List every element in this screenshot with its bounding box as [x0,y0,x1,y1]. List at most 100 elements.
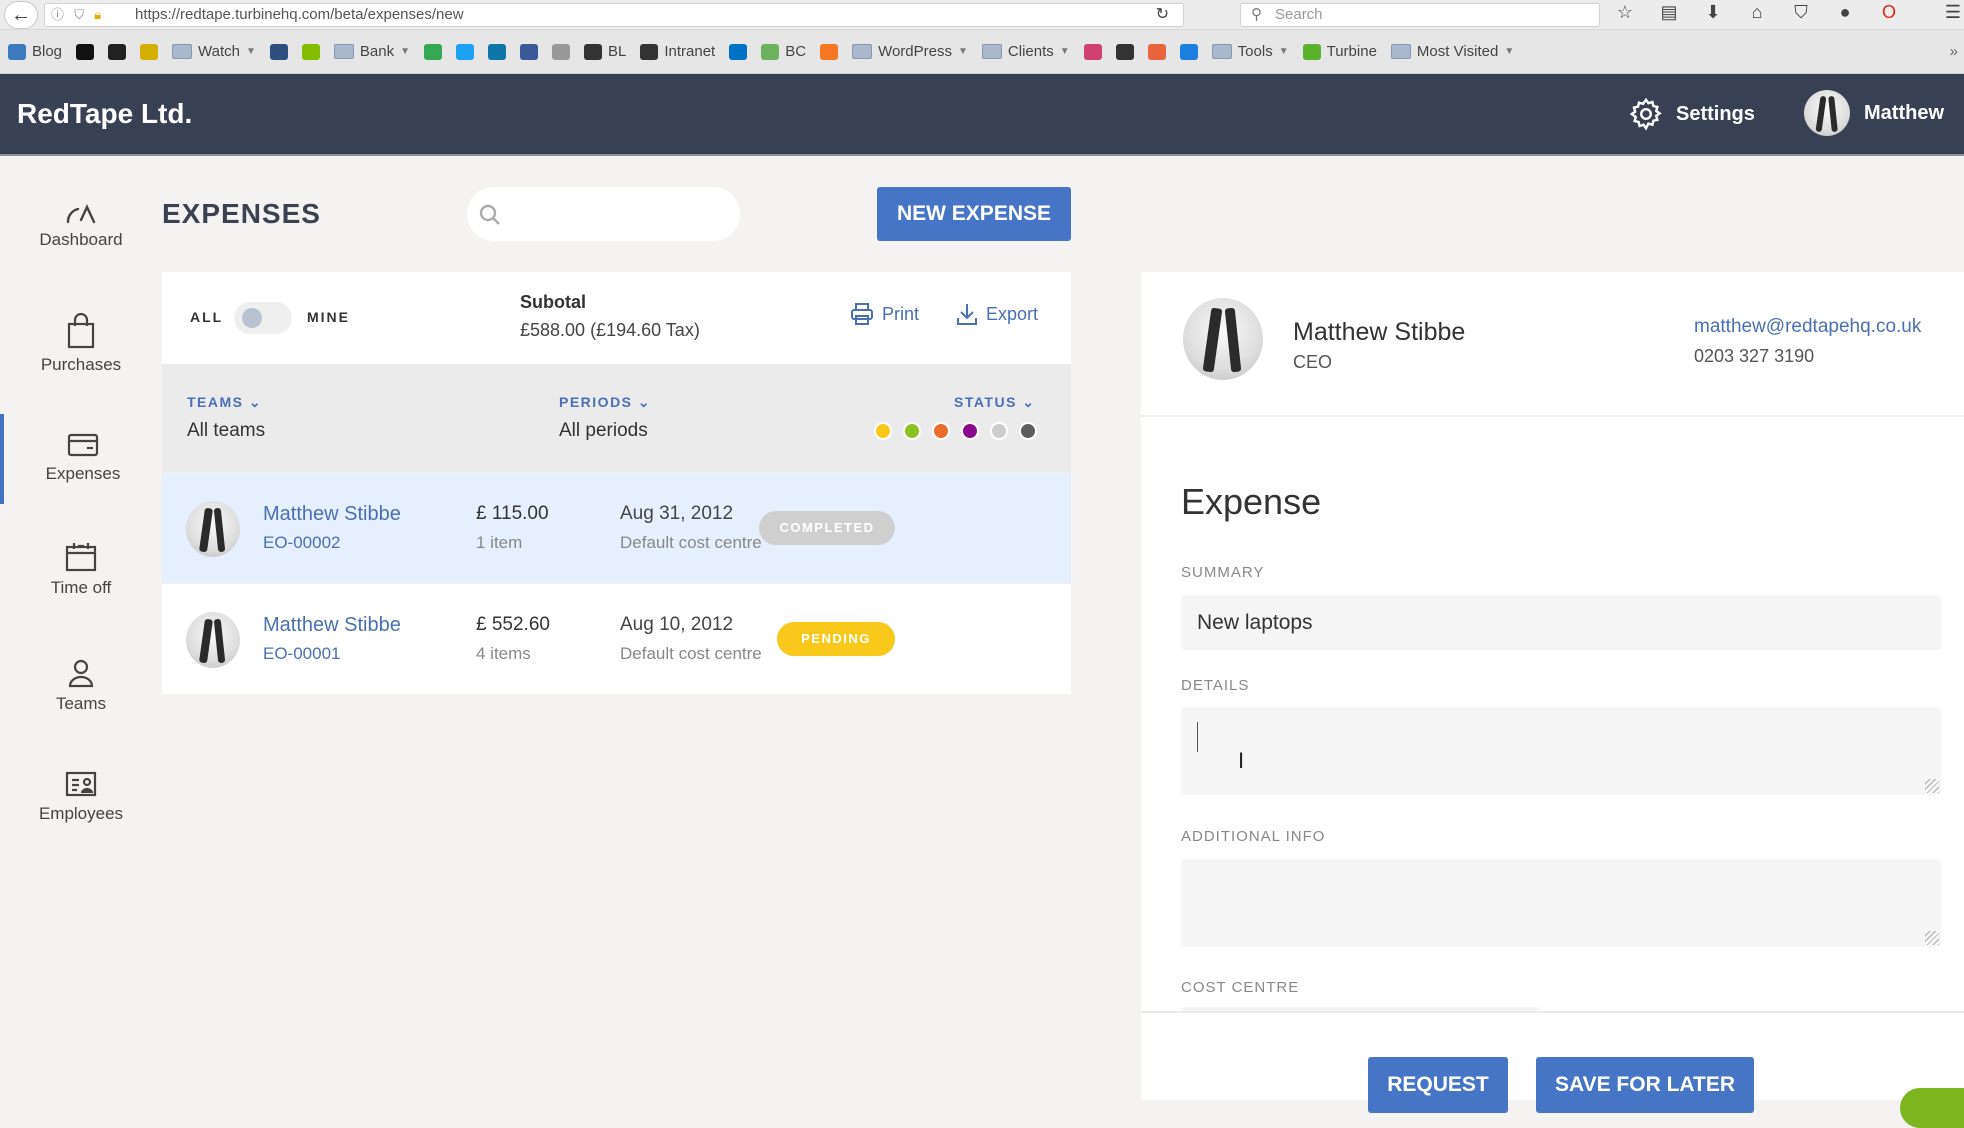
expense-id[interactable]: EO-00001 [263,644,341,664]
additional-info-textarea[interactable] [1181,859,1941,947]
caret-down-icon: ▼ [245,46,256,57]
employee-email-link[interactable]: matthew@redtapehq.co.uk [1694,316,1921,338]
status-color-filter[interactable] [1019,422,1037,440]
status-filter[interactable]: STATUS ⌄ [954,394,1036,411]
bookmark-folder[interactable]: Most Visited ▼ [1390,43,1514,60]
site-favicon-icon [108,43,127,60]
bookmark-item[interactable] [520,43,538,60]
export-link[interactable]: Export [956,302,1038,326]
caret-down-icon: ▼ [1278,46,1289,57]
back-button[interactable]: ← [4,1,38,29]
sidebar-item-teams[interactable]: Teams [0,658,162,714]
home-icon[interactable]: ⌂ [1742,2,1772,23]
sidebar-item-expenses[interactable]: Expenses [0,414,162,504]
help-button[interactable] [1900,1088,1964,1128]
reading-list-icon[interactable]: ▤ [1654,2,1684,23]
toggle-mine-label: MINE [307,309,350,325]
bookmark-item[interactable] [488,43,506,60]
status-color-filter[interactable] [903,422,921,440]
download-icon[interactable]: ⬇ [1698,2,1728,23]
overflow-chevron-icon[interactable]: » [1950,43,1958,60]
bookmark-item[interactable] [424,43,442,60]
site-favicon-icon [552,43,570,60]
bookmark-star-icon[interactable]: ☆ [1610,2,1640,23]
pocket-icon[interactable]: ⛉ [1786,2,1816,23]
extension-icon[interactable]: ● [1830,2,1860,23]
folder-icon [333,44,354,59]
bookmark-item[interactable] [140,43,159,60]
new-expense-button[interactable]: NEW EXPENSE [877,187,1071,241]
search-input[interactable] [513,197,723,231]
bookmark-item[interactable]: BC [761,43,806,60]
url-text: https://redtape.turbinehq.com/beta/expen… [135,6,464,23]
site-favicon-icon [1147,43,1166,60]
credit-card-icon [67,433,99,457]
all-mine-toggle[interactable] [234,302,292,334]
print-link[interactable]: Print [850,302,919,326]
bookmark-folder[interactable]: Tools ▼ [1211,43,1289,60]
expenses-search[interactable] [467,187,740,241]
resize-handle[interactable] [1925,931,1939,945]
bookmark-folder[interactable]: WordPress ▼ [852,43,968,60]
bookmark-item[interactable] [552,43,570,60]
bookmark-item[interactable]: Intranet [640,43,715,60]
resize-handle[interactable] [1925,779,1939,793]
bookmark-item[interactable] [1083,43,1102,60]
periods-filter[interactable]: PERIODS ⌄ [559,394,651,411]
folder-icon [981,44,1002,59]
request-button[interactable]: REQUEST [1368,1057,1508,1113]
bookmark-folder[interactable]: Watch ▼ [172,43,256,60]
status-color-filter[interactable] [874,422,892,440]
sidebar-item-purchases[interactable]: Purchases [0,313,162,375]
bookmark-item[interactable] [269,43,288,60]
site-favicon-icon [1302,43,1321,60]
folder-icon [852,44,873,59]
bookmark-item[interactable] [1147,43,1166,60]
expense-id[interactable]: EO-00002 [263,533,341,553]
bookmark-item[interactable]: Turbine [1302,43,1377,60]
bookmark-item[interactable] [76,43,95,60]
bookmark-item[interactable] [1115,43,1134,60]
item-count: 4 items [476,644,531,663]
save-for-later-button[interactable]: SAVE FOR LATER [1536,1057,1754,1113]
status-color-filter[interactable] [932,422,950,440]
expense-row[interactable]: Matthew Stibbe EO-00001 £ 552.60 4 items Aug… [162,583,1071,694]
bookmark-folder[interactable]: Bank ▼ [333,43,410,60]
teams-filter[interactable]: TEAMS ⌄ [187,394,262,411]
employee-name-link[interactable]: Matthew Stibbe [263,503,401,526]
folder-icon [1390,44,1411,59]
expense-row[interactable]: Matthew Stibbe EO-00002 £ 115.00 1 item Aug … [162,472,1071,583]
status-color-filter[interactable] [990,422,1008,440]
sidebar-item-time-off[interactable]: Time off [0,542,162,598]
bookmark-item[interactable]: Blog [8,43,62,60]
calendar-icon [65,543,97,572]
bookmark-folder[interactable]: Clients ▼ [981,43,1070,60]
person-icon [68,659,94,688]
bookmark-item[interactable] [456,43,474,60]
status-color-filter[interactable] [961,422,979,440]
bookmark-item[interactable] [820,43,839,60]
bookmark-item[interactable] [108,43,127,60]
user-menu[interactable]: Matthew [1804,90,1944,136]
shield-icon: ⛉ [74,7,84,22]
address-bar[interactable]: ⓘ ⛉ 🔒︎ https://redtape.turbinehq.com/bet… [44,3,1184,27]
employee-name-link[interactable]: Matthew Stibbe [263,614,401,637]
search-icon: ⚲ [1251,6,1262,23]
cost-centre: Default cost centre [620,533,762,552]
bookmark-item[interactable] [729,43,748,60]
bookmark-item[interactable] [301,43,320,60]
opera-icon[interactable]: O [1874,2,1904,23]
brand-logo[interactable]: RedTape Ltd. [17,98,192,130]
settings-link[interactable]: Settings [1628,96,1755,132]
bookmark-item[interactable] [1179,43,1198,60]
site-favicon-icon [140,43,159,60]
details-textarea[interactable] [1181,707,1941,795]
browser-search-field[interactable]: ⚲ Search [1240,3,1600,27]
bookmark-item[interactable]: BL [584,43,626,60]
sidebar-item-employees[interactable]: Employees [0,770,162,824]
sidebar-item-dashboard[interactable]: Dashboard [0,202,162,250]
toggle-knob[interactable] [242,308,262,328]
reload-icon[interactable]: ↻ [1156,4,1169,26]
menu-icon[interactable]: ☰ [1938,2,1964,23]
summary-input[interactable] [1181,595,1941,650]
